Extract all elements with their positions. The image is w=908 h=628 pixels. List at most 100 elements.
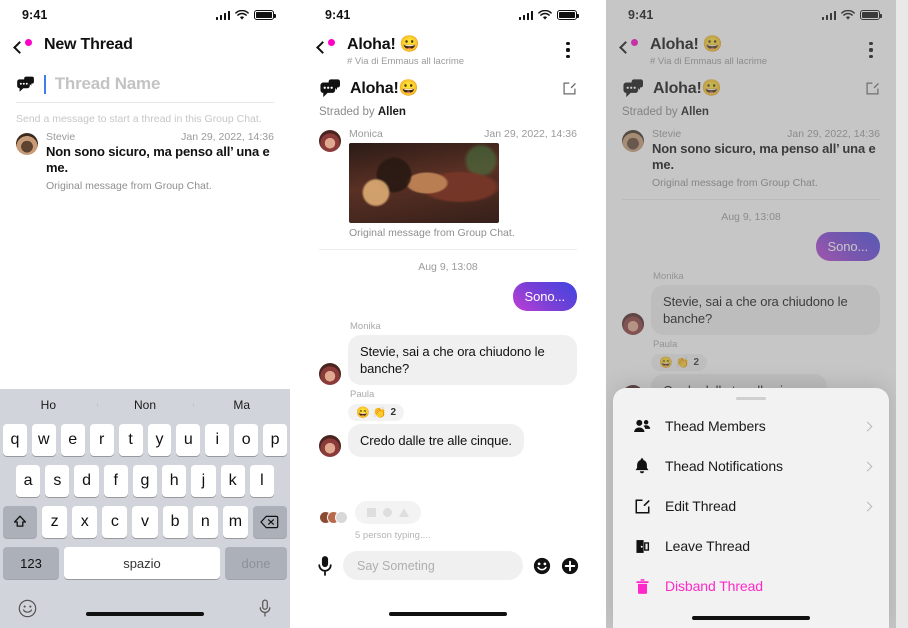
kebab-menu-icon[interactable] — [559, 36, 577, 60]
sheet-item-leave-thread[interactable]: Leave Thread — [613, 526, 889, 566]
key-n[interactable]: n — [192, 506, 218, 538]
message-input[interactable]: Say Someting — [343, 551, 523, 580]
key-c[interactable]: c — [102, 506, 128, 538]
page-title: New Thread — [44, 36, 133, 53]
thread-name-row — [0, 64, 290, 102]
message-author: Paula — [350, 389, 375, 400]
key-r[interactable]: r — [89, 424, 114, 456]
thread-title: Aloha!😀 — [350, 80, 419, 97]
microphone-icon[interactable] — [258, 599, 272, 618]
key-t[interactable]: t — [118, 424, 143, 456]
exit-door-icon — [633, 537, 651, 555]
key-i[interactable]: i — [205, 424, 230, 456]
chevron-right-icon — [862, 421, 873, 431]
thread-name-input[interactable] — [54, 74, 274, 94]
keyboard-row-1: q w e r t y u i o p — [2, 424, 288, 456]
key-b[interactable]: b — [162, 506, 188, 538]
day-stamp: Aug 9, 13:08 — [418, 261, 478, 273]
avatar — [319, 363, 341, 385]
avatar — [335, 511, 348, 524]
backspace-icon[interactable] — [252, 506, 287, 538]
numeric-key[interactable]: 123 — [3, 547, 59, 579]
typing-dot-circle-icon — [383, 508, 392, 517]
avatar — [319, 130, 341, 152]
sheet-item-label: Disband Thread — [665, 578, 763, 594]
panel-gap — [593, 0, 606, 628]
page-title: Aloha! 😀 — [347, 36, 420, 53]
message-input-placeholder: Say Someting — [357, 558, 435, 573]
key-m[interactable]: m — [222, 506, 248, 538]
add-plus-icon[interactable] — [561, 557, 579, 575]
edit-square-icon[interactable] — [562, 81, 577, 96]
cellular-signal-icon — [215, 10, 230, 20]
wifi-icon — [538, 9, 552, 20]
key-w[interactable]: w — [31, 424, 56, 456]
key-z[interactable]: z — [42, 506, 68, 538]
sheet-item-edit-thread[interactable]: Edit Thread — [613, 486, 889, 526]
avatar — [319, 435, 341, 457]
started-by-user: Allen — [377, 106, 406, 118]
trash-icon — [633, 577, 651, 595]
emoji-smiley-icon[interactable] — [18, 599, 37, 618]
sheet-grabber[interactable] — [736, 397, 766, 400]
message-bubble[interactable]: Sono... — [512, 282, 577, 311]
nav-title-group: New Thread — [44, 36, 274, 54]
unread-dot-icon — [328, 39, 335, 46]
key-y[interactable]: y — [147, 424, 172, 456]
back-chevron-icon[interactable] — [13, 36, 35, 60]
message-composer: Say Someting — [303, 541, 593, 584]
key-u[interactable]: u — [176, 424, 201, 456]
keyboard-bottom-bar — [0, 588, 290, 628]
key-e[interactable]: e — [60, 424, 85, 456]
message-photo[interactable] — [349, 143, 499, 223]
key-h[interactable]: h — [162, 465, 187, 497]
space-key[interactable]: spazio — [64, 547, 220, 579]
suggestion-chip[interactable]: Ho — [0, 398, 97, 412]
shift-arrow-icon[interactable] — [3, 506, 37, 538]
on-screen-keyboard: Ho Non Ma q w e r t y u i o p a s d f g … — [0, 389, 290, 628]
sheet-item-thread-notifications[interactable]: Thead Notifications — [613, 446, 889, 486]
battery-icon — [557, 10, 580, 20]
key-a[interactable]: a — [16, 465, 41, 497]
microphone-icon[interactable] — [317, 555, 333, 577]
suggestion-chip[interactable]: Ma — [193, 398, 290, 412]
key-f[interactable]: f — [103, 465, 128, 497]
people-group-icon — [633, 417, 651, 435]
status-time: 9:41 — [22, 8, 48, 22]
done-key[interactable]: done — [225, 547, 287, 579]
original-message: Monica Jan 29, 2022, 14:36 Original mess… — [303, 126, 593, 249]
chevron-right-icon — [862, 461, 873, 471]
keyboard-row-4: 123 spazio done — [3, 547, 287, 579]
key-s[interactable]: s — [45, 465, 70, 497]
bell-icon — [633, 457, 651, 475]
status-time: 9:41 — [325, 8, 351, 22]
key-v[interactable]: v — [132, 506, 158, 538]
back-chevron-icon[interactable] — [316, 36, 338, 60]
suggestion-chip[interactable]: Non — [96, 398, 194, 412]
edit-square-icon — [633, 497, 651, 515]
key-q[interactable]: q — [2, 424, 27, 456]
thread-header-row: Aloha!😀 — [303, 73, 593, 100]
home-indicator — [692, 616, 810, 620]
sheet-item-thread-members[interactable]: Thead Members — [613, 406, 889, 446]
message-bubble[interactable]: Credo dalle tre alle cinque. — [348, 424, 524, 457]
key-l[interactable]: l — [249, 465, 274, 497]
status-bar: 9:41 — [303, 0, 593, 30]
reaction-chip[interactable]: 😄 👏 2 — [348, 404, 405, 421]
key-g[interactable]: g — [132, 465, 158, 497]
key-d[interactable]: d — [74, 465, 99, 497]
key-k[interactable]: k — [220, 465, 245, 497]
phone-screen-thread-options: 9:41 Aloha! 😀 # Via di Emmaus all lacrim… — [606, 0, 896, 628]
key-p[interactable]: p — [263, 424, 288, 456]
sheet-item-label: Thead Notifications — [665, 458, 783, 474]
phone-screen-new-thread: 9:41 New Thread Thread Name Send a messa… — [0, 0, 290, 628]
key-j[interactable]: j — [191, 465, 216, 497]
key-o[interactable]: o — [234, 424, 259, 456]
key-x[interactable]: x — [72, 506, 98, 538]
message-bubble[interactable]: Stevie, sai a che ora chiudono le banche… — [348, 335, 577, 385]
emoji-smiley-icon[interactable] — [533, 557, 551, 575]
cellular-signal-icon — [518, 10, 533, 20]
keyboard-row-3: z x c v b n m — [3, 506, 287, 538]
sheet-item-disband-thread[interactable]: Disband Thread — [613, 566, 889, 606]
reaction-emojis: 😄 👏 — [356, 407, 387, 419]
